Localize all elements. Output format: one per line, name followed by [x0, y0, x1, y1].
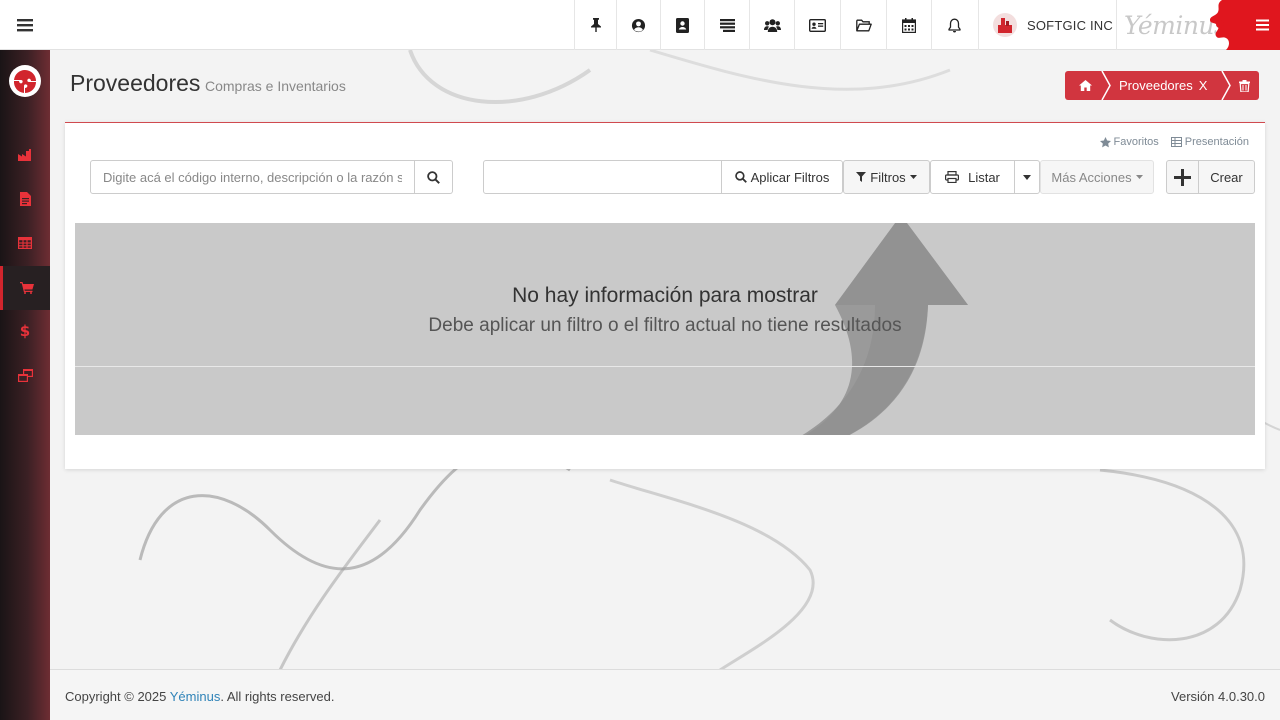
pin-icon[interactable] [574, 0, 616, 50]
filters-label: Filtros [870, 169, 906, 185]
dollar-icon: $ [19, 322, 31, 340]
calendar-icon[interactable] [886, 0, 931, 50]
breadcrumb: Proveedores X [1065, 71, 1260, 100]
caret-down-icon [909, 175, 917, 179]
home-icon [1078, 80, 1092, 91]
company-selector[interactable]: SOFTGIC INC [978, 0, 1117, 50]
breadcrumb-home[interactable] [1065, 71, 1101, 100]
breadcrumb-close[interactable]: X [1199, 78, 1208, 93]
document-icon [19, 192, 31, 206]
star-icon [1099, 136, 1111, 147]
page-title: Proveedores [70, 70, 201, 96]
list-dropdown-toggle[interactable] [1014, 160, 1040, 194]
create-plus-button[interactable] [1166, 160, 1199, 194]
empty-state-divider [75, 366, 1255, 367]
copyright-suffix: . All rights reserved. [220, 689, 335, 704]
filter-icon [856, 172, 867, 182]
filters-dropdown-button[interactable]: Filtros [843, 160, 930, 194]
sidebar-logo-icon[interactable] [9, 65, 41, 97]
id-card-icon[interactable] [794, 0, 840, 50]
search-icon [427, 170, 440, 184]
list-label: Listar [968, 169, 1000, 185]
breadcrumb-separator-icon [1101, 71, 1111, 100]
table-icon [18, 237, 32, 249]
sidebar-item-purchases[interactable] [0, 266, 50, 310]
contact-book-icon[interactable] [660, 0, 704, 50]
list-button[interactable]: Listar [930, 160, 1015, 194]
users-icon[interactable] [749, 0, 794, 50]
breadcrumb-separator-icon [1221, 71, 1232, 100]
user-circle-icon[interactable] [616, 0, 660, 50]
page-subtitle: Compras e Inventarios [205, 78, 346, 94]
more-actions-button[interactable]: Más Acciones [1040, 160, 1154, 194]
footer: Copyright © 2025 Yéminus. All rights res… [50, 669, 1280, 720]
windows-icon [17, 368, 33, 382]
search-input[interactable] [90, 160, 415, 194]
filter-input[interactable] [483, 160, 722, 194]
sidebar-item-finance[interactable]: $ [0, 309, 50, 353]
bell-icon[interactable] [931, 0, 976, 50]
sidebar-item-windows[interactable] [0, 353, 50, 397]
more-actions-label: Más Acciones [1051, 169, 1132, 185]
main-panel: Favoritos Presentación Aplicar Filtros F… [65, 122, 1265, 469]
print-icon [945, 171, 960, 183]
apply-filters-label: Aplicar Filtros [750, 169, 830, 185]
empty-state-message: Debe aplicar un filtro o el filtro actua… [428, 315, 902, 336]
search-icon [734, 171, 747, 183]
sidebar-item-industry[interactable] [0, 133, 50, 177]
brand-link[interactable]: Yéminus [170, 689, 221, 704]
breadcrumb-delete[interactable] [1221, 71, 1260, 100]
presentation-link[interactable]: Presentación [1170, 136, 1249, 148]
favorites-label: Favoritos [1113, 136, 1159, 148]
panel-links: Favoritos Presentación [1099, 136, 1249, 148]
list-icon[interactable] [704, 0, 749, 50]
folder-icon[interactable] [840, 0, 886, 50]
breadcrumb-current[interactable]: Proveedores X [1101, 71, 1222, 100]
copyright: Copyright © 2025 Yéminus. All rights res… [65, 689, 334, 704]
table-view-icon [1170, 137, 1182, 147]
search-button[interactable] [415, 160, 453, 194]
industry-icon [18, 149, 31, 161]
caret-down-icon [1023, 174, 1031, 180]
sidebar: $ [0, 50, 50, 720]
cart-icon [19, 282, 34, 294]
trash-icon [1238, 79, 1250, 92]
create-label: Crear [1210, 169, 1243, 185]
sidebar-item-tables[interactable] [0, 221, 50, 265]
brand-logo: Yéminus [1118, 0, 1250, 50]
breadcrumb-current-label: Proveedores [1119, 78, 1193, 93]
menu-icon [1255, 19, 1269, 31]
empty-state-title: No hay información para mostrar [512, 284, 818, 307]
caret-down-icon [1135, 175, 1143, 179]
hamburger-menu-icon[interactable] [10, 14, 40, 36]
sidebar-item-documents[interactable] [0, 177, 50, 221]
apply-filters-button[interactable]: Aplicar Filtros [721, 160, 843, 194]
empty-state: No hay información para mostrar Debe apl… [75, 223, 1255, 435]
presentation-label: Presentación [1184, 136, 1249, 148]
favorites-link[interactable]: Favoritos [1099, 136, 1159, 148]
app-menu-button[interactable] [1244, 0, 1280, 50]
search-group [90, 160, 453, 194]
version-label: Versión 4.0.30.0 [1171, 689, 1265, 704]
copyright-prefix: Copyright © 2025 [65, 689, 170, 704]
company-logo-icon [993, 13, 1017, 37]
top-icon-bar [574, 0, 976, 50]
top-bar: SOFTGIC INC Yéminus [0, 0, 1280, 50]
plus-icon [1174, 168, 1191, 186]
create-button[interactable]: Crear [1198, 160, 1255, 194]
company-name: SOFTGIC INC [1027, 17, 1113, 33]
